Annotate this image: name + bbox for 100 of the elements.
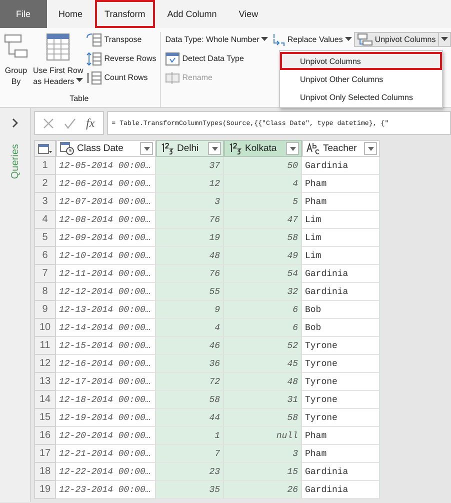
table-cell: 19 — [156, 229, 224, 247]
table-cell: 15 — [224, 463, 302, 481]
expand-icon[interactable] — [11, 118, 19, 128]
caret-icon — [290, 146, 296, 150]
table-cell: 46 — [156, 337, 224, 355]
row-number: 16 — [34, 427, 56, 445]
text-type-icon — [306, 142, 320, 155]
table-cell: Lim — [302, 211, 380, 229]
table-cell: 6 — [224, 319, 302, 337]
table-cell: 48 — [156, 247, 224, 265]
ribbon-tab[interactable]: Transform — [94, 0, 156, 28]
menu-item[interactable]: Unpivot Other Columns — [280, 70, 442, 88]
row-number: 9 — [34, 301, 56, 319]
table-cell: Tyrone — [302, 355, 380, 373]
column-header[interactable]: Kolkata — [224, 140, 302, 157]
table-cell: 76 — [156, 265, 224, 283]
transpose-button[interactable]: Transpose — [86, 32, 156, 47]
row-number: 13 — [34, 373, 56, 391]
row-number: 8 — [34, 283, 56, 301]
table-cell: 58 — [224, 229, 302, 247]
datetime-type-icon — [60, 142, 74, 155]
rename-icon — [165, 70, 180, 84]
group-by-button[interactable]: Group By — [2, 32, 30, 94]
count-button[interactable]: Count Rows — [86, 70, 156, 85]
table-cell: 3 — [156, 193, 224, 211]
table-cell: 55 — [156, 283, 224, 301]
function-label[interactable]: fx — [86, 116, 95, 130]
table-cell: 12-10-2014 00:00… — [56, 247, 156, 265]
table-cell: null — [224, 427, 302, 445]
row-number: 7 — [34, 265, 56, 283]
table-cell: 76 — [156, 211, 224, 229]
replace-values-button[interactable]: Replace Values — [271, 32, 352, 47]
row-number: 17 — [34, 445, 56, 463]
data-type-dropdown[interactable]: Data Type: Whole Number — [165, 32, 268, 47]
table-cell: 58 — [156, 391, 224, 409]
filter-dropdown-button[interactable] — [140, 142, 153, 155]
table-cell: 35 — [156, 481, 224, 499]
table-cell: Pham — [302, 445, 380, 463]
row-number: 5 — [34, 229, 56, 247]
file-tab[interactable]: File — [0, 0, 47, 28]
row-number: 6 — [34, 247, 56, 265]
ribbon-tab[interactable]: View — [228, 0, 268, 28]
table-cell: 50 — [224, 157, 302, 175]
table-cell: 1 — [156, 427, 224, 445]
unpivot-columns-button[interactable]: Unpivot Columns — [354, 32, 451, 47]
column-header[interactable]: Class Date — [56, 140, 156, 157]
detect-data-type-button[interactable]: Detect Data Type — [165, 51, 268, 66]
table-icon — [38, 144, 52, 154]
row-number: 15 — [34, 409, 56, 427]
table-cell: 3 — [224, 445, 302, 463]
table-cell: Gardinia — [302, 481, 380, 499]
table-cell: 4 — [224, 175, 302, 193]
table-cell: Lim — [302, 229, 380, 247]
table-cell: Lim — [302, 247, 380, 265]
table-cell: 12-23-2014 00:00… — [56, 481, 156, 499]
table-cell: Tyrone — [302, 391, 380, 409]
column-header[interactable]: Teacher — [302, 140, 380, 157]
table-cell: 58 — [224, 409, 302, 427]
column-name: Teacher — [323, 143, 358, 154]
replace-icon — [271, 32, 286, 46]
menu-item[interactable]: Unpivot Columns — [280, 52, 442, 70]
column-header[interactable]: Delhi — [156, 140, 224, 157]
use-first-row-button[interactable]: Use First Row as Headers — [32, 32, 84, 94]
row-number: 12 — [34, 355, 56, 373]
ribbon-tab[interactable]: Add Column — [157, 0, 227, 28]
table-cell: Gardinia — [302, 265, 380, 283]
menu-item[interactable]: Unpivot Only Selected Columns — [280, 88, 442, 106]
row-number: 10 — [34, 319, 56, 337]
filter-dropdown-button[interactable] — [208, 142, 221, 155]
table-menu-button[interactable] — [34, 140, 56, 157]
reverse-button[interactable]: Reverse Rows — [86, 51, 156, 66]
table-cell: 31 — [224, 391, 302, 409]
table-cell: Pham — [302, 175, 380, 193]
table-cell: 49 — [224, 247, 302, 265]
unpivot-icon — [356, 33, 373, 46]
table-cell: Bob — [302, 301, 380, 319]
table-cell: 12-16-2014 00:00… — [56, 355, 156, 373]
table-cell: 45 — [224, 355, 302, 373]
table-cell: 6 — [224, 301, 302, 319]
table-cell: 12-08-2014 00:00… — [56, 211, 156, 229]
table-cell: 52 — [224, 337, 302, 355]
table-cell: 54 — [224, 265, 302, 283]
check-icon[interactable] — [64, 118, 76, 128]
table-cell: 5 — [224, 193, 302, 211]
table-cell: 12-05-2014 00:00… — [56, 157, 156, 175]
ribbon-tab[interactable]: Home — [48, 0, 93, 28]
table-cell: 12-17-2014 00:00… — [56, 373, 156, 391]
caret-icon — [368, 146, 374, 150]
row-number: 19 — [34, 481, 56, 499]
table-cell: 36 — [156, 355, 224, 373]
filter-dropdown-button[interactable] — [364, 142, 377, 155]
table-cell: 26 — [224, 481, 302, 499]
filter-dropdown-button[interactable] — [286, 142, 299, 155]
table-cell: 12-12-2014 00:00… — [56, 283, 156, 301]
table-cell: 47 — [224, 211, 302, 229]
table-cell: 12-20-2014 00:00… — [56, 427, 156, 445]
caret-icon — [261, 37, 268, 42]
table-cell: Tyrone — [302, 337, 380, 355]
detect-icon — [165, 52, 180, 66]
row-number: 2 — [34, 175, 56, 193]
